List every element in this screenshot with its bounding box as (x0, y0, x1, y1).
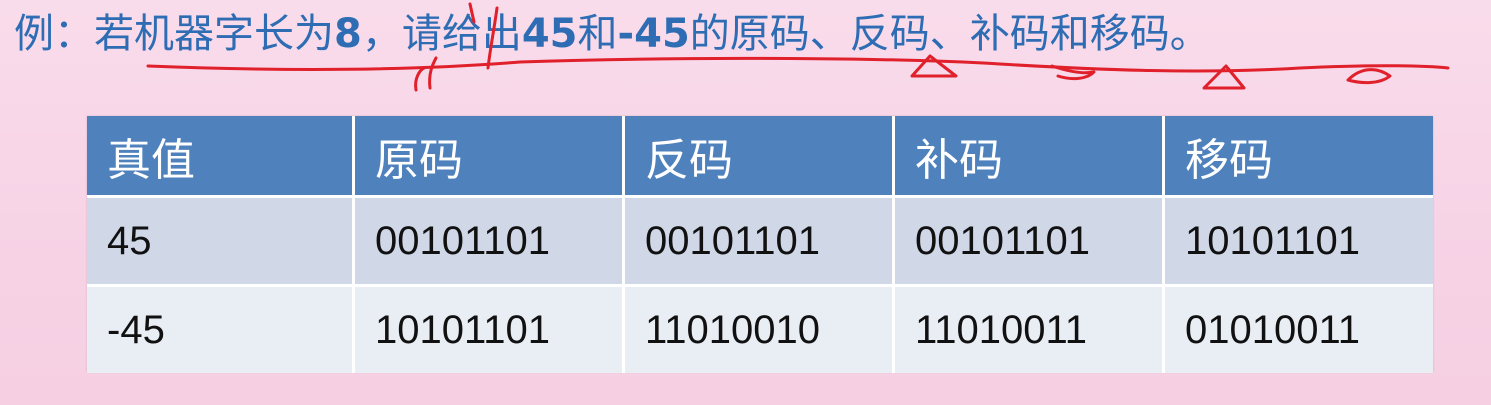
header-offset-binary: 移码 (1165, 116, 1433, 198)
triangle-mark-2 (1202, 64, 1246, 90)
table-cell: 11010011 (895, 287, 1165, 373)
table-header-row: 真值 原码 反码 补码 移码 (87, 116, 1433, 198)
question-mid: 请给出 (401, 11, 522, 57)
arrow-mark (1050, 64, 1096, 81)
positive-value: 45 (521, 11, 578, 57)
table-cell: 00101101 (355, 198, 625, 287)
table-cell: 00101101 (625, 198, 895, 287)
question-and: 和 (577, 11, 618, 57)
table-cell: 00101101 (895, 198, 1165, 287)
table-cell: -45 (87, 287, 355, 373)
table-cell: 11010010 (625, 287, 895, 373)
table-cell: 45 (87, 198, 355, 287)
question-suffix: 的原码、反码、补码和移码。 (689, 11, 1210, 57)
table-cell: 10101101 (355, 287, 625, 373)
header-twos-complement: 补码 (895, 116, 1165, 198)
question-prefix: 例：若机器字长为 (14, 11, 334, 57)
encoding-table: 真值 原码 反码 补码 移码 45 00101101 00101101 0010… (87, 116, 1433, 373)
table-cell: 01010011 (1165, 287, 1433, 373)
hook-mark (414, 66, 426, 92)
table-cell: 10101101 (1165, 198, 1433, 287)
table-row: 45 00101101 00101101 00101101 10101101 (87, 198, 1433, 287)
question-comma: ， (361, 11, 402, 57)
example-question: 例：若机器字长为8，请给出45和-45的原码、反码、补码和移码。 (14, 8, 1474, 60)
table-row: -45 10101101 11010010 11010011 01010011 (87, 287, 1433, 373)
negative-value: -45 (617, 11, 690, 57)
underline-stroke (146, 56, 1450, 73)
header-ones-complement: 反码 (625, 116, 895, 198)
header-true-value: 真值 (87, 116, 355, 198)
tick-mark-1 (428, 56, 438, 90)
header-sign-magnitude: 原码 (355, 116, 625, 198)
word-length: 8 (334, 11, 362, 57)
triangle-mark-3 (1346, 68, 1392, 85)
